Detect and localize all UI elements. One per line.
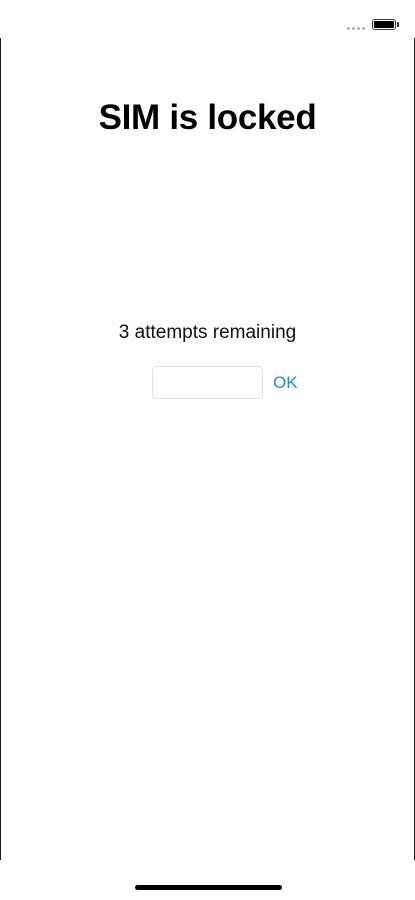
ok-button[interactable]: OK	[271, 370, 300, 396]
status-bar	[0, 0, 415, 38]
battery-level	[374, 21, 394, 28]
screen-edge-left	[0, 38, 1, 860]
attempts-remaining-label: 3 attempts remaining	[118, 322, 297, 343]
battery-tip	[397, 22, 399, 27]
home-indicator[interactable]	[135, 885, 282, 890]
sim-pin-input[interactable]	[152, 366, 263, 399]
cellular-signal-icon	[347, 27, 365, 30]
sim-lock-screen: SIM is locked 3 attempts remaining OK	[0, 0, 415, 900]
battery-icon	[372, 19, 396, 30]
page-title: SIM is locked	[98, 98, 317, 137]
